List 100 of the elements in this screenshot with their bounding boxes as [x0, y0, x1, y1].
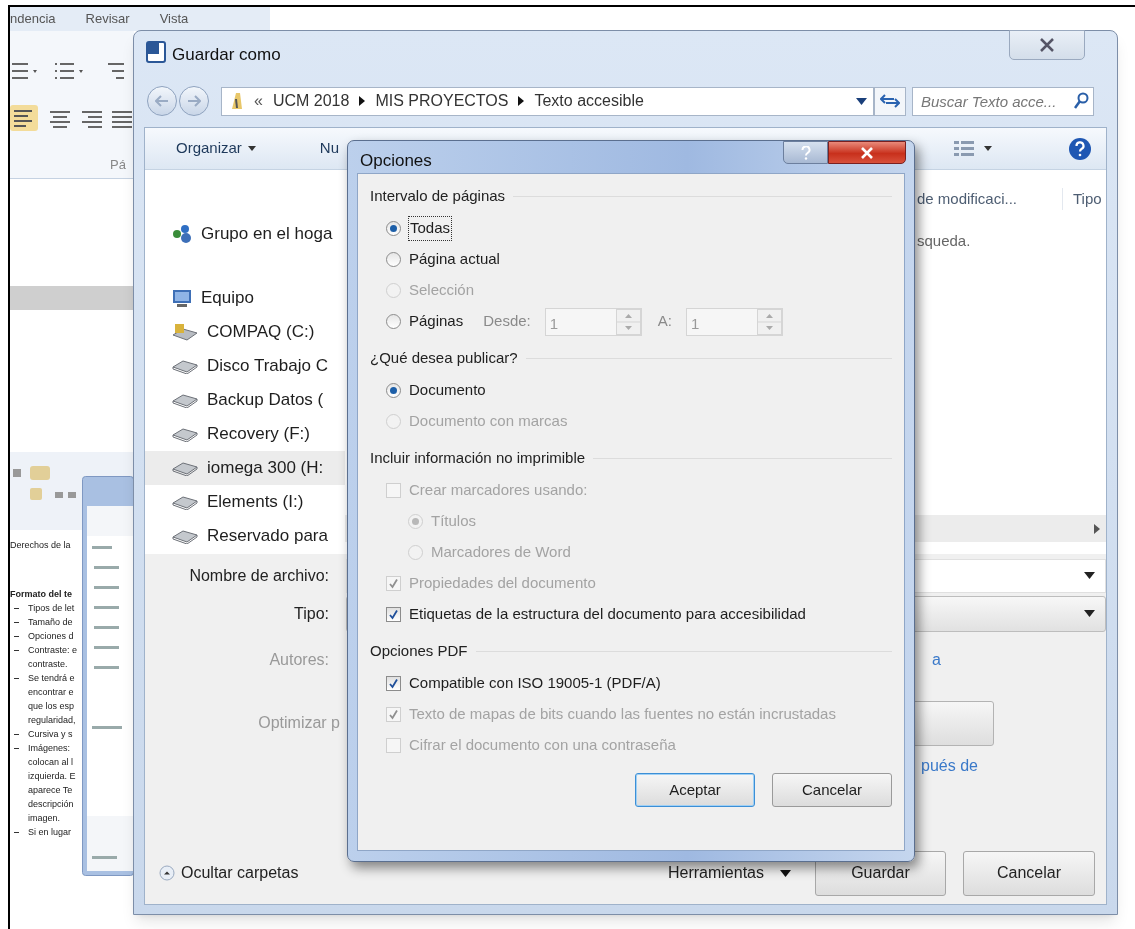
section-heading: Incluir información no imprimible [370, 448, 586, 469]
help-icon[interactable] [1068, 136, 1092, 161]
radio-button[interactable] [386, 252, 401, 267]
nav-label: Disco Trabajo C [207, 355, 328, 378]
tools-menu[interactable]: Herramientas [667, 861, 791, 885]
search-field[interactable]: Buscar Texto acce... [912, 86, 1094, 116]
range-label: A: [657, 311, 672, 332]
breadcrumb-item[interactable]: Texto accesible [534, 89, 644, 113]
hide-folders-button[interactable]: Ocultar carpetas [159, 861, 299, 885]
nav-label: iomega 300 (H: [207, 457, 324, 480]
option-label: Documento con marcas [409, 411, 568, 432]
document-text: contraste. [27, 658, 69, 671]
document-text: izquierda. E [27, 770, 77, 783]
nav-item[interactable]: Equipo [145, 281, 345, 315]
document-text: regularidad, [27, 714, 77, 727]
chevron-right-icon[interactable] [518, 96, 525, 106]
document-text: descripción [27, 798, 75, 811]
align-center-icon[interactable] [48, 109, 72, 129]
caret-icon[interactable] [1084, 610, 1095, 617]
document-icon [146, 41, 166, 63]
document-text: imagen. [27, 812, 62, 825]
radio-button[interactable] [386, 383, 401, 398]
drive-icon [171, 460, 199, 476]
option-label: Todas [409, 217, 452, 240]
cancel-button[interactable]: Cancelar [772, 773, 892, 807]
field-label: Tipo: [293, 603, 330, 624]
check-icon [388, 578, 399, 589]
organize-menu[interactable]: Organizar [176, 137, 256, 160]
align-left-icon[interactable] [10, 105, 38, 131]
bullet-dash-icon [14, 831, 19, 833]
document-text: Se tendrá e [28, 672, 75, 685]
nav-item[interactable]: Elements (I:) [145, 485, 345, 519]
toolbar-button[interactable]: Nu [319, 137, 340, 160]
nav-item[interactable]: COMPAQ (C:) [145, 315, 345, 349]
option-label: Texto de mapas de bits cuando las fuentes no están incrustadas [409, 704, 836, 725]
nav-label: Equipo [201, 287, 254, 310]
justify-icon[interactable] [112, 109, 132, 129]
caret-icon [780, 869, 791, 877]
check-icon [388, 678, 399, 689]
caret-icon[interactable] [1084, 572, 1095, 579]
caret-icon[interactable] [856, 97, 867, 105]
dialog-title: Opciones [360, 150, 432, 172]
drive-icon [171, 392, 199, 408]
numbered-list-icon[interactable] [54, 61, 86, 81]
bullet-dash-icon [14, 747, 19, 749]
monitor-icon [171, 288, 193, 308]
nav-item[interactable]: iomega 300 (H: [145, 451, 345, 485]
close-button[interactable] [1009, 30, 1085, 60]
column-header[interactable]: Tipo [1062, 187, 1102, 211]
help-button[interactable] [783, 141, 828, 164]
address-bar[interactable]: « UCM 2018 MIS PROYECTOS Texto accesible [221, 86, 874, 116]
section-heading: Opciones PDF [370, 641, 468, 662]
cancel-button[interactable]: Cancelar [963, 850, 1095, 896]
view-options-button[interactable] [954, 139, 992, 158]
field-label: Autores: [268, 650, 330, 670]
chevron-right-icon[interactable] [359, 96, 366, 106]
nav-label: Recovery (F:) [207, 423, 310, 446]
window-title: Guardar como [172, 44, 281, 66]
authors-link[interactable]: a [932, 648, 941, 672]
radio-button[interactable] [386, 221, 401, 236]
nav-item[interactable]: Grupo en el hoga [145, 217, 345, 251]
align-right-icon[interactable] [80, 109, 104, 129]
nav-item[interactable]: Recovery (F:) [145, 417, 345, 451]
option-label: Compatible con ISO 19005-1 (PDF/A) [409, 673, 661, 694]
collapse-icon [159, 865, 175, 881]
radio-button[interactable] [386, 314, 401, 329]
forward-arrow-icon [187, 95, 201, 107]
search-icon [1073, 91, 1089, 110]
nav-item[interactable]: Backup Datos ( [145, 383, 345, 417]
document-text: encontrar e [27, 686, 75, 699]
document-heading: Formato del te [10, 588, 73, 601]
ok-button[interactable]: Aceptar [635, 773, 755, 807]
scroll-right-icon[interactable] [1094, 523, 1100, 534]
document-text: Contraste: e [28, 644, 78, 657]
breadcrumb-item[interactable]: UCM 2018 [272, 89, 350, 113]
bullet-dash-icon [14, 607, 19, 609]
checkbox[interactable] [386, 607, 401, 622]
refresh-arrows-icon [880, 93, 900, 109]
caret-icon [247, 146, 256, 151]
close-icon [860, 146, 874, 159]
range-label: Desde: [483, 311, 531, 332]
nav-label: Backup Datos ( [207, 389, 324, 412]
nav-item[interactable]: Reservado para [145, 519, 345, 553]
ribbon-tab[interactable]: ndencia [10, 9, 56, 29]
document-text: Imágenes: [28, 742, 71, 755]
option-label: Página actual [409, 249, 500, 270]
column-header[interactable]: de modificaci... [917, 187, 1062, 211]
breadcrumb-item[interactable]: MIS PROYECTOS [375, 89, 509, 113]
option-label: Páginas [409, 311, 464, 332]
nav-item[interactable]: Disco Trabajo C [145, 349, 345, 383]
close-button[interactable] [828, 141, 906, 164]
drive-icon [171, 358, 199, 374]
option-label: Propiedades del documento [409, 573, 596, 594]
breadcrumb-overflow[interactable]: « [254, 89, 263, 113]
ribbon-tab[interactable]: Vista [159, 9, 189, 29]
ribbon-tab[interactable]: Revisar [85, 9, 130, 29]
checkbox[interactable] [386, 676, 401, 691]
caret-icon [984, 146, 992, 151]
refresh-button[interactable] [874, 86, 906, 116]
options-link[interactable]: pués de [921, 754, 978, 778]
